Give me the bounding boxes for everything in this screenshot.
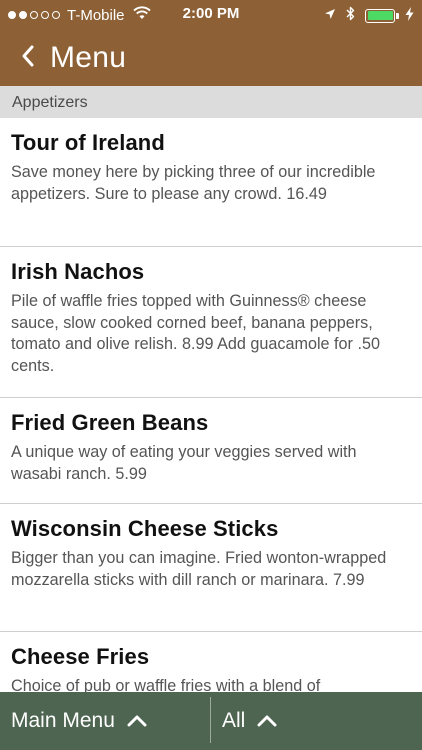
status-right <box>324 6 414 25</box>
bottom-bar: Main Menu All <box>0 692 422 750</box>
item-description: Choice of pub or waffle fries with a ble… <box>11 677 321 692</box>
menu-item[interactable]: Cheese Fries Choice of pub or waffle fri… <box>0 632 422 692</box>
section-header: Appetizers <box>0 86 422 118</box>
bottom-divider <box>210 697 211 743</box>
item-name: Wisconsin Cheese Sticks <box>11 516 279 541</box>
back-label: Menu <box>50 41 127 74</box>
chevron-up-icon <box>257 709 277 733</box>
menu-item[interactable]: Tour of Ireland Save money here by picki… <box>0 118 422 247</box>
all-filter-label: All <box>222 709 246 732</box>
item-name: Irish Nachos <box>11 259 145 284</box>
back-button[interactable]: Menu <box>22 30 126 86</box>
all-filter-button[interactable]: All <box>222 692 277 750</box>
main-menu-button[interactable]: Main Menu <box>11 692 147 750</box>
chevron-left-icon <box>22 45 34 72</box>
item-description: Save money here by picking three of our … <box>11 163 376 203</box>
item-description: A unique way of eating your veggies serv… <box>11 443 357 483</box>
menu-item[interactable]: Fried Green Beans A unique way of eating… <box>0 398 422 504</box>
nav-bar: Menu <box>0 30 422 86</box>
chevron-up-icon <box>127 709 147 733</box>
menu-list[interactable]: Tour of Ireland Save money here by picki… <box>0 118 422 692</box>
main-menu-label: Main Menu <box>11 709 115 732</box>
menu-item[interactable]: Wisconsin Cheese Sticks Bigger than you … <box>0 504 422 632</box>
bluetooth-icon <box>346 6 355 25</box>
battery-tip <box>396 12 399 19</box>
item-description: Pile of waffle fries topped with Guinnes… <box>11 292 380 375</box>
status-bar: T-Mobile 2:00 PM <box>0 0 422 30</box>
charging-bolt-icon <box>405 6 414 25</box>
menu-item[interactable]: Irish Nachos Pile of waffle fries topped… <box>0 247 422 398</box>
battery-icon <box>365 8 399 23</box>
location-arrow-icon <box>324 7 336 24</box>
item-name: Tour of Ireland <box>11 130 165 155</box>
battery-level <box>367 11 393 20</box>
item-name: Cheese Fries <box>11 644 150 669</box>
item-name: Fried Green Beans <box>11 410 209 435</box>
item-description: Bigger than you can imagine. Fried wonto… <box>11 549 387 589</box>
